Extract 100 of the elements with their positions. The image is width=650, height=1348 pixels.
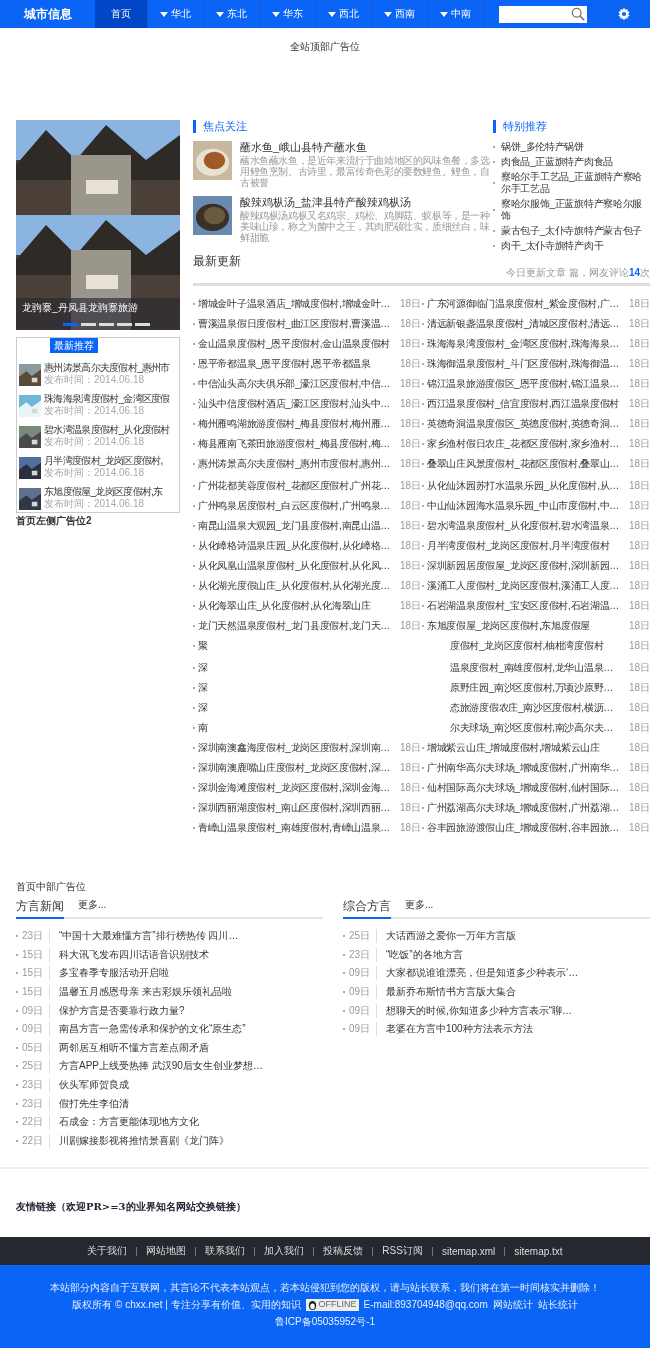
footer-link[interactable]: RSS订阅 (373, 1244, 432, 1258)
more-link[interactable]: 更多... (78, 898, 107, 917)
article-link[interactable]: 大话西游之爱你一万年方言版 (381, 929, 516, 944)
article-link[interactable]: 深圳新园居度假屋_龙岗区度假村,深圳新园… (427, 559, 625, 573)
article-link[interactable]: 尔夫球场_南沙区度假村,南沙高尔夫… (450, 721, 625, 735)
footer-link[interactable]: 关于我们 (78, 1244, 137, 1258)
article-link[interactable]: 金山温泉度假村_恩平度假村,金山温泉度假村 (198, 337, 396, 351)
article-link[interactable]: 汕头中信度假村酒店_濠江区度假村,汕头中… (198, 397, 396, 411)
article-link[interactable]: 珠海海泉湾度假村_金湾区度假村,珠海海泉… (427, 337, 625, 351)
article-link[interactable]: “中国十大最难懂方言”排行榜热传 四川… (54, 929, 239, 944)
panel-tab[interactable]: 最新推荐 (50, 338, 98, 353)
article-link[interactable]: 广州花都芙蓉度假村_花都区度假村,广州花… (198, 479, 396, 493)
article-link[interactable]: 增城紫云山庄_增城度假村,增城紫云山庄 (427, 741, 625, 755)
stats-link[interactable]: 站长统计 (537, 1298, 578, 1311)
article-link[interactable]: 保护方言是否要靠行政力量? (54, 1003, 185, 1018)
article-link[interactable]: 酸辣鸡枞汤_盐津县特产酸辣鸡枞汤 (240, 196, 493, 209)
article-link[interactable]: 石岩湖温泉度假村_宝安区度假村,石岩湖温… (427, 599, 625, 613)
article-link[interactable]: 锦江温泉旅游度假区_恩平度假村,锦江温泉… (427, 377, 625, 391)
article-link[interactable]: 青嶂山温泉度假村_南雄度假村,青嶂山温泉… (198, 821, 396, 835)
article-link[interactable]: 广东河源御临门温泉度假村_紫金度假村,广… (427, 297, 625, 311)
article-link[interactable]: 广州南华高尔夫球场_增城度假村,广州南华… (427, 761, 625, 775)
footer-link[interactable]: sitemap.xml (432, 1245, 505, 1257)
article-link[interactable]: 碧水湾温泉度假村_从化度假村,碧水湾温泉… (427, 519, 625, 533)
nav-tab[interactable]: 首页 (95, 0, 148, 28)
article-link[interactable]: 英德奇洞温泉度假区_英德度假村,英德奇洞… (427, 417, 625, 431)
settings-icon[interactable] (617, 7, 631, 21)
article-link[interactable]: 中山仙沐园海水温泉乐园_中山市度假村,中… (427, 499, 625, 513)
article-link[interactable]: 察哈尔服饰_正蓝旗特产察哈尔服饰 (501, 198, 650, 222)
article-link[interactable]: 月半湾度假村_龙岗区度假村,月半湾度假村 (427, 539, 625, 553)
article-link[interactable]: 珠海海泉湾度假村_金湾区度假 (44, 393, 170, 405)
article-link[interactable]: 老婆在方言中100种方法表示方法 (381, 1022, 533, 1037)
search-field[interactable] (499, 5, 587, 23)
article-link[interactable]: 科大讯飞发布四川话语音识别技术 (54, 947, 209, 962)
article-link[interactable]: 家乡渔村假日农庄_花都区度假村,家乡渔村… (427, 437, 625, 451)
site-logo[interactable]: 城市信息 (0, 5, 95, 23)
footer-link[interactable]: 联系我们 (196, 1244, 255, 1258)
qq-status-badge[interactable]: OFFLINE (305, 1298, 359, 1311)
nav-tab[interactable]: 西北 (316, 0, 372, 28)
search-icon[interactable] (571, 7, 585, 21)
more-link[interactable]: 更多... (405, 898, 434, 917)
article-link[interactable]: 增城金叶子温泉酒店_增城度假村,增城金叶… (198, 297, 396, 311)
article-link[interactable]: 南 (198, 721, 421, 735)
article-link[interactable]: 两邻居互相听不懂方言差点闹矛盾 (54, 1040, 209, 1055)
article-link[interactable]: 态旅游度假农庄_南沙区度假村,横沥… (450, 701, 625, 715)
article-link[interactable]: 察哈尔手工艺品_正蓝旗特产察哈尔手工艺品 (501, 171, 650, 195)
article-link[interactable]: 广州荔湖高尔夫球场_增城度假村,广州荔湖… (427, 801, 625, 815)
article-link[interactable]: 东旭度假屋_龙岗区度假村,东旭度假屋 (427, 619, 625, 633)
article-link[interactable]: 清远新银盏温泉度假村_清城区度假村,清远… (427, 317, 625, 331)
section-tab[interactable]: 方言新闻 (16, 898, 64, 919)
article-link[interactable]: 温馨五月感恩母亲 来吉彩娱乐领礼品啦 (54, 985, 232, 1000)
article-link[interactable]: 惠州涛景高尔夫度假村_惠州市度假村,惠州… (198, 457, 396, 471)
article-link[interactable]: 锅饼_多伦特产锅饼 (501, 141, 584, 153)
article-link[interactable]: 肉食品_正蓝旗特产肉食品 (501, 156, 613, 168)
article-link[interactable]: 梅县雁南飞茶田旅游度假村_梅县度假村,梅… (198, 437, 396, 451)
article-link[interactable]: 中信汕头高尔夫俱乐部_濠江区度假村,中信… (198, 377, 396, 391)
article-link[interactable]: 多宝春季专服活动开启啦 (54, 966, 169, 981)
article-link[interactable]: 深 (198, 701, 421, 715)
article-link[interactable]: 深圳金海滩度假村_龙岗区度假村,深圳金海… (198, 781, 396, 795)
article-link[interactable]: 从化湖光度假山庄_从化度假村,从化湖光度… (198, 579, 396, 593)
article-link[interactable]: 曹溪温泉假日度假村_曲江区度假村,曹溪温… (198, 317, 396, 331)
article-link[interactable]: 石成金：方言更能体现地方文化 (54, 1115, 199, 1130)
article-link[interactable]: 深圳南澳鑫海度假村_龙岗区度假村,深圳南… (198, 741, 396, 755)
footer-link[interactable]: 投稿反馈 (314, 1244, 373, 1258)
slide-caption[interactable]: 龙驹寨_丹凤县龙驹寨旅游 (22, 301, 138, 315)
article-link[interactable]: 龙门天然温泉度假村_龙门县度假村,龙门天… (198, 619, 396, 633)
article-link[interactable]: 仙村国际高尔夫球场_增城度假村,仙村国际… (427, 781, 625, 795)
article-link[interactable]: 深圳南澳鹿嘴山庄度假村_龙岗区度假村,深… (198, 761, 396, 775)
article-link[interactable]: 惠州涛景高尔夫度假村_惠州市 (44, 362, 170, 374)
article-link[interactable]: 深圳西丽湖度假村_南山区度假村,深圳西丽… (198, 801, 396, 815)
footer-link[interactable]: sitemap.txt (505, 1245, 572, 1257)
article-link[interactable]: 碧水湾温泉度假村_从化度假村 (44, 424, 170, 436)
article-link[interactable]: 叠翠山庄风景度假村_花都区度假村,叠翠山… (427, 457, 625, 471)
article-link[interactable]: 方言APP上线受热捧 武汉90后女生创业梦想… (54, 1059, 263, 1074)
section-tab[interactable]: 综合方言 (343, 898, 391, 919)
article-link[interactable]: 深 (198, 681, 421, 695)
article-link[interactable]: 从化凤凰山温泉度假村_从化度假村,从化凤… (198, 559, 396, 573)
article-link[interactable]: 深 (198, 661, 421, 675)
nav-tab[interactable]: 华北 (148, 0, 204, 28)
article-link[interactable]: 原野庄园_南沙区度假村,万顷沙原野… (450, 681, 625, 695)
article-link[interactable]: 伙头军师贺良成 (54, 1078, 129, 1093)
article-link[interactable]: 蘸水鱼_峨山县特产蘸水鱼 (240, 141, 493, 154)
article-link[interactable]: 肉干_太仆寺旗特产肉干 (501, 240, 604, 252)
footer-link[interactable]: 加入我们 (255, 1244, 314, 1258)
article-link[interactable]: 从化仙沐园苏打水温泉乐园_从化度假村,从… (427, 479, 625, 493)
article-link[interactable]: 南昆山温泉大观园_龙门县度假村,南昆山温… (198, 519, 396, 533)
article-link[interactable]: 从化海翠山庄_从化度假村,从化海翠山庄 (198, 599, 396, 613)
article-link[interactable]: 想聊天的时候,你知道多少种方言表示“聊… (381, 1003, 573, 1018)
article-link[interactable]: 珠海御温泉度假村_斗门区度假村,珠海御温… (427, 357, 625, 371)
nav-tab[interactable]: 西南 (372, 0, 428, 28)
article-link[interactable]: 蒙古包子_太仆寺旗特产蒙古包子 (501, 225, 643, 237)
article-link[interactable]: 梅州雁鸣湖旅游度假村_梅县度假村,梅州雁… (198, 417, 396, 431)
nav-tab[interactable]: 华东 (260, 0, 316, 28)
article-link[interactable]: 西江温泉度假村_信宜度假村,西江温泉度假村 (427, 397, 625, 411)
article-link[interactable]: 聚 (198, 639, 421, 653)
nav-tab[interactable]: 东北 (204, 0, 260, 28)
article-link[interactable]: 南昌方言一急需传承和保护的文化“原生态” (54, 1022, 246, 1037)
article-link[interactable]: 度假村_龙岗区度假村,柚柑湾度假村 (450, 639, 625, 653)
article-link[interactable]: 广州鸣泉居度假村_白云区度假村,广州鸣泉… (198, 499, 396, 513)
article-link[interactable]: 大家都说谁谁漂亮，但是知道多少种表示‘… (381, 966, 579, 981)
article-link[interactable]: 溪涌工人度假村_龙岗区度假村,溪涌工人度… (427, 579, 625, 593)
